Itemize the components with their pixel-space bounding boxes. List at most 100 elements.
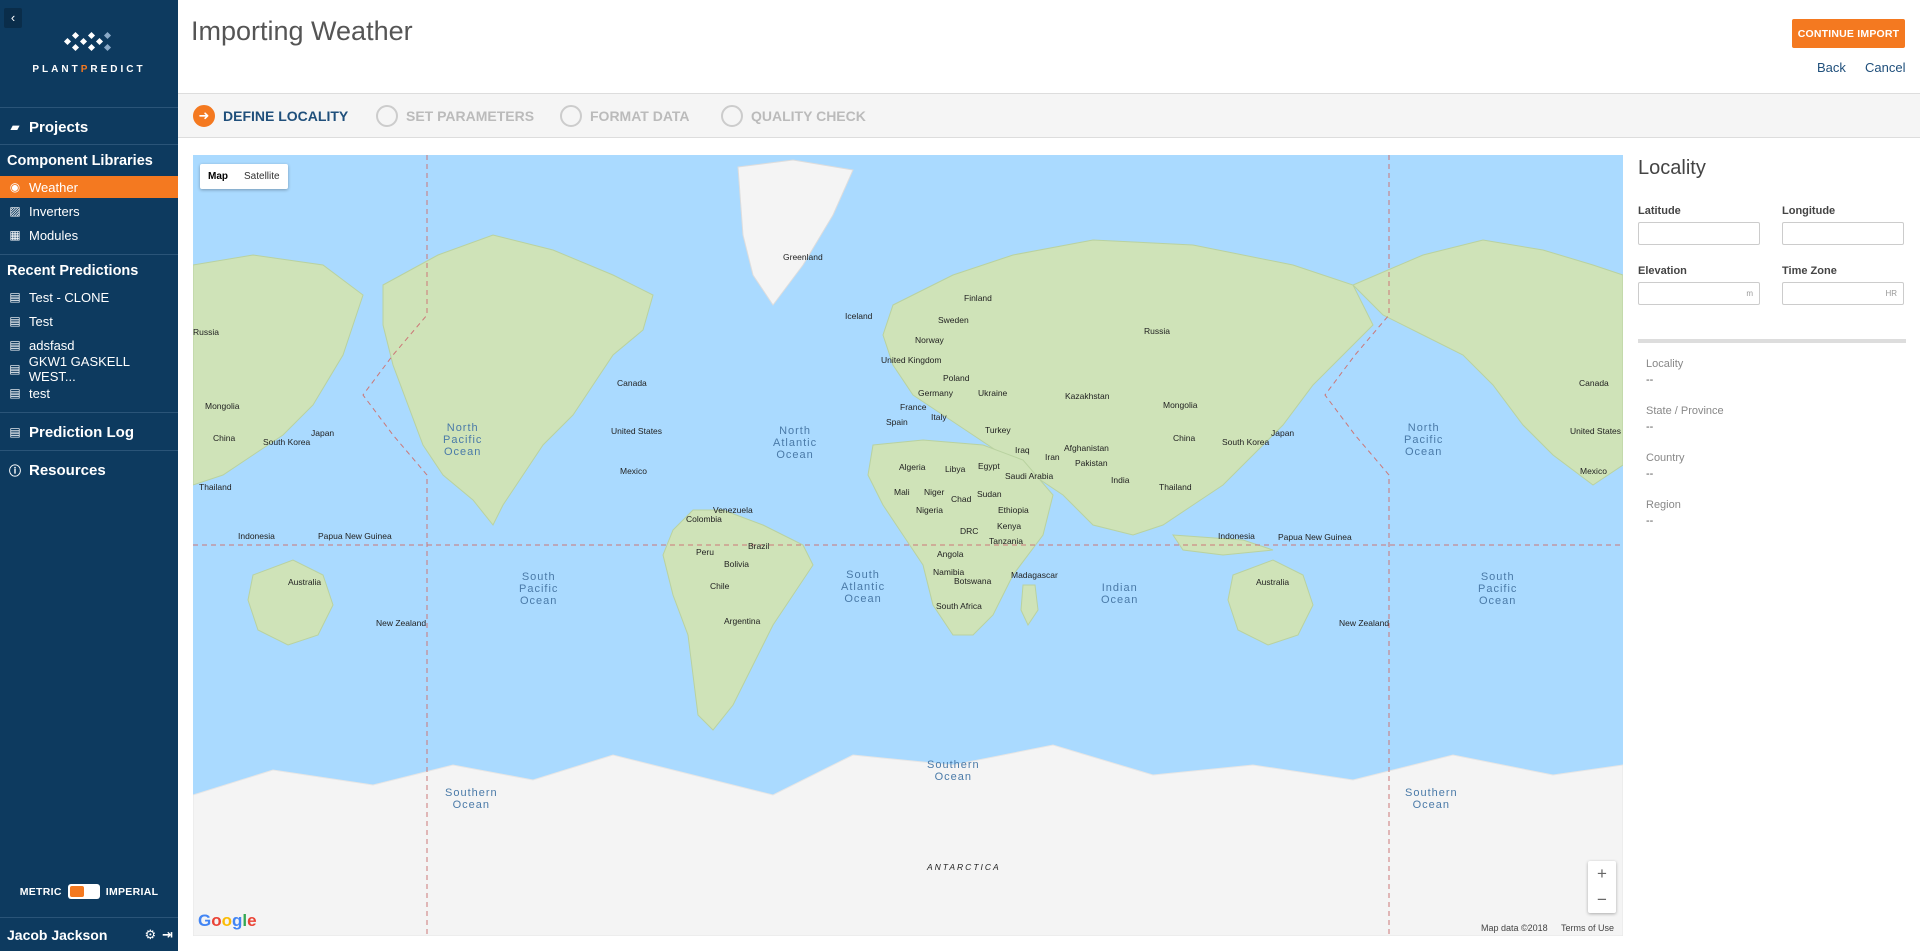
recent-item[interactable]: ▤ Test [0, 311, 178, 331]
step-set-parameters[interactable]: SET PARAMETERS [376, 105, 534, 127]
map-label: Spain [886, 417, 908, 427]
unit-toggle: METRIC IMPERIAL [0, 884, 178, 899]
world-map[interactable]: Map Satellite Greenland Iceland Finland … [193, 155, 1623, 936]
ocean-label: South Atlantic Ocean [841, 569, 886, 605]
longitude-input[interactable] [1782, 222, 1904, 245]
nav-projects[interactable]: ▰ Projects [0, 118, 178, 136]
recent-item[interactable]: ▤ adsfasd [0, 335, 178, 355]
map-label: Thailand [199, 482, 232, 492]
map-label: Chad [951, 494, 972, 504]
nav-weather-label: Weather [29, 179, 78, 195]
map-type-satellite-button[interactable]: Satellite [236, 164, 288, 189]
recent-item-label: GKW1 GASKELL WEST... [28, 354, 130, 384]
document-icon: ▤ [9, 362, 21, 376]
map-label: United States [1570, 426, 1622, 436]
recent-predictions-heading: Recent Predictions [7, 263, 139, 279]
log-icon: ▤ [9, 425, 21, 439]
step-format-data[interactable]: FORMAT DATA [560, 105, 690, 127]
nav-inverters-label: Inverters [29, 203, 80, 219]
timezone-input[interactable]: HR [1782, 282, 1904, 305]
elevation-input[interactable]: m [1638, 282, 1760, 305]
map-label: Kenya [997, 521, 1022, 531]
imperial-label: IMPERIAL [105, 885, 159, 898]
step-quality-check[interactable]: QUALITY CHECK [721, 105, 866, 127]
latitude-label: Latitude [1638, 205, 1681, 217]
map-label: South Africa [936, 601, 982, 611]
arrow-right-icon: ➜ [193, 105, 215, 127]
map-label: Iraq [1015, 445, 1030, 455]
collapse-sidebar-button[interactable]: ‹ [4, 8, 22, 28]
continue-import-button[interactable]: CONTINUE IMPORT [1792, 19, 1905, 48]
ocean-label: South Pacific Ocean [1478, 571, 1518, 607]
step-circle-icon [721, 105, 743, 127]
info-value: -- [1646, 468, 1654, 480]
nav-modules[interactable]: ▦ Modules [0, 225, 178, 245]
grid-icon: ▦ [9, 228, 21, 242]
zoom-in-button[interactable]: + [1588, 861, 1616, 887]
map-label: Ukraine [978, 388, 1008, 398]
ocean-label: Southern Ocean [445, 787, 498, 811]
metric-label: METRIC [19, 885, 62, 898]
map-label: Australia [288, 577, 322, 587]
map-label: Japan [311, 428, 335, 438]
map-label: Papua New Guinea [1278, 532, 1352, 542]
terms-of-use-link[interactable]: Terms of Use [1561, 923, 1614, 933]
recent-item-label: Test - CLONE [29, 289, 110, 305]
nav-weather[interactable]: ◉ Weather [0, 176, 178, 198]
divider [0, 107, 178, 108]
nav-inverters[interactable]: ▨ Inverters [0, 201, 178, 221]
user-bar: Jacob Jackson ⚙ ⇥ [0, 917, 178, 951]
map-label: Indonesia [1218, 531, 1255, 541]
recent-item[interactable]: ▤ test [0, 383, 178, 403]
step-define-locality[interactable]: ➜ DEFINE LOCALITY [193, 105, 348, 127]
component-libraries-heading: Component Libraries [7, 153, 153, 169]
map-label: Chile [710, 581, 730, 591]
recent-item[interactable]: ▤ Test - CLONE [0, 287, 178, 307]
map-label: Mexico [1580, 466, 1607, 476]
map-label: Finland [964, 293, 992, 303]
map-label: Pakistan [1075, 458, 1108, 468]
locality-title: Locality [1638, 157, 1706, 179]
map-data-attribution: Map data ©2018 [1481, 923, 1548, 933]
latitude-input[interactable] [1638, 222, 1760, 245]
logout-icon[interactable]: ⇥ [162, 927, 173, 943]
map-label: Peru [696, 547, 714, 557]
map-label: South Korea [263, 437, 311, 447]
divider [0, 144, 178, 145]
step-circle-icon [376, 105, 398, 127]
recent-item-label: adsfasd [29, 337, 75, 353]
plantpredict-logo: PLANTPREDICT [0, 30, 178, 75]
map-label: ANTARCTICA [927, 862, 1001, 872]
info-value: -- [1646, 515, 1654, 527]
folder-icon: ▰ [10, 120, 20, 134]
cancel-link[interactable]: Cancel [1865, 60, 1905, 75]
map-type-map-button[interactable]: Map [200, 164, 236, 189]
map-label: Norway [915, 335, 944, 345]
recent-item[interactable]: ▤ GKW1 GASKELL WEST... [0, 354, 178, 384]
ocean-label: Indian Ocean [1101, 582, 1139, 606]
info-label: State / Province [1646, 405, 1724, 417]
map-label: Canada [1579, 378, 1609, 388]
map-label: South Korea [1222, 437, 1270, 447]
map-tiles [193, 155, 1623, 936]
info-value: -- [1646, 374, 1654, 386]
map-label: New Zealand [376, 618, 427, 628]
map-label: Libya [945, 464, 966, 474]
map-label: Algeria [899, 462, 926, 472]
nav-prediction-log-label: Prediction Log [29, 423, 134, 441]
zoom-out-button[interactable]: − [1588, 887, 1616, 913]
map-label: Australia [1256, 577, 1290, 587]
info-value: -- [1646, 421, 1654, 433]
nav-resources[interactable]: ⓘ Resources [0, 460, 178, 480]
map-label: Kazakhstan [1065, 391, 1110, 401]
ocean-label: South Pacific Ocean [519, 571, 559, 607]
map-label: Germany [918, 388, 953, 398]
back-link[interactable]: Back [1817, 60, 1846, 75]
unit-toggle-switch[interactable] [67, 884, 100, 899]
map-label: New Zealand [1339, 618, 1390, 628]
document-icon: ▤ [9, 338, 21, 352]
map-label: Mongolia [205, 401, 240, 411]
nav-prediction-log[interactable]: ▤ Prediction Log [0, 422, 178, 442]
map-label: Poland [943, 373, 970, 383]
gear-icon[interactable]: ⚙ [144, 927, 156, 943]
